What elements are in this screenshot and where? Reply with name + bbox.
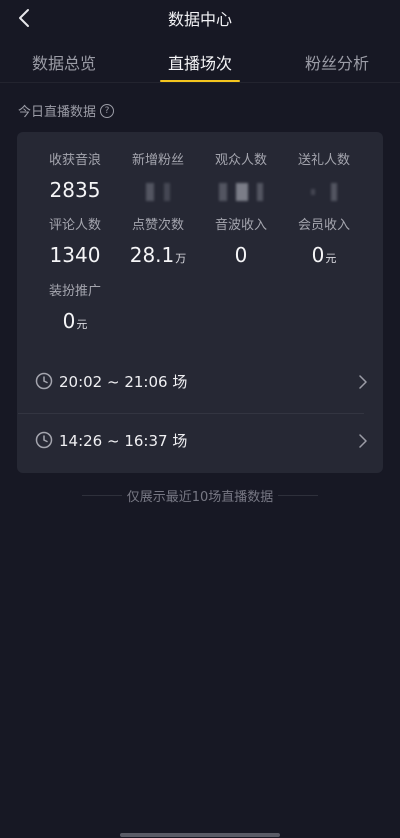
chevron-right-icon xyxy=(359,375,367,389)
metric-income: 收获音浪 2835 xyxy=(34,152,116,203)
metric-value: 2835 xyxy=(49,178,101,202)
metric-label: 观众人数 xyxy=(214,153,267,168)
metric-label: 新增粉丝 xyxy=(131,153,184,168)
metric-label: 收获音浪 xyxy=(48,153,101,168)
metric-likes: 点赞次数 28.1万 xyxy=(117,217,199,272)
question-circle-icon[interactable]: ? xyxy=(100,103,115,118)
tab-live-sessions[interactable]: 直播场次 xyxy=(168,50,232,74)
chevron-right-icon xyxy=(359,434,367,448)
home-indicator xyxy=(120,833,280,837)
clock-icon xyxy=(35,372,53,390)
metric-label: 点赞次数 xyxy=(131,218,184,233)
section-label: 今日直播数据 ? xyxy=(18,101,115,120)
section-title: 今日直播数据 xyxy=(18,105,97,120)
tab-fan-analysis[interactable]: 粉丝分析 xyxy=(305,50,369,74)
metric-label: 送礼人数 xyxy=(297,153,350,168)
top-bar: 数据中心 xyxy=(0,0,400,36)
footnote: 仅展示最近10场直播数据 xyxy=(126,490,274,505)
metric-unit: 元 xyxy=(76,318,88,331)
metric-unit: 万 xyxy=(175,252,187,265)
metric-new-fans: 新增粉丝 xyxy=(117,152,199,203)
metric-number: 28.1 xyxy=(129,243,175,267)
metric-number: 0 xyxy=(62,309,76,333)
metric-member-income: 会员收入 0元 xyxy=(283,217,365,272)
clock-icon xyxy=(35,431,53,449)
metric-value: 28.1万 xyxy=(117,242,199,272)
metric-comments: 评论人数 1340 xyxy=(34,217,116,268)
today-live-data-card: 收获音浪 2835 新增粉丝 观众人数 送礼人数 评论人数 1340 点赞次数 … xyxy=(17,132,383,473)
metric-viewers: 观众人数 xyxy=(200,152,282,203)
metric-decor-promo: 装扮推广 0元 xyxy=(34,283,116,338)
metric-value: 0元 xyxy=(34,308,116,338)
footnote-line-right xyxy=(278,495,318,496)
metric-gifters: 送礼人数 xyxy=(283,152,365,203)
session-time-label: 20:02 ~ 21:06 场 xyxy=(59,373,188,391)
page-title: 数据中心 xyxy=(167,10,232,29)
metric-label: 音波收入 xyxy=(214,218,267,233)
metric-label: 会员收入 xyxy=(297,218,350,233)
session-time-label: 14:26 ~ 16:37 场 xyxy=(59,432,188,450)
metric-number: 0 xyxy=(311,243,325,267)
tab-bar: 数据总览 直播场次 粉丝分析 xyxy=(0,44,400,82)
metric-label: 评论人数 xyxy=(48,218,101,233)
metric-sound-income: 音波收入 0 xyxy=(200,217,282,268)
session-row[interactable]: 14:26 ~ 16:37 场 xyxy=(17,421,383,461)
session-row[interactable]: 20:02 ~ 21:06 场 xyxy=(17,362,383,402)
tab-overview[interactable]: 数据总览 xyxy=(32,50,96,74)
tabs-divider xyxy=(0,82,400,83)
metric-label: 装扮推广 xyxy=(48,284,101,299)
metric-unit: 元 xyxy=(325,252,337,265)
metric-value-redacted xyxy=(200,177,282,203)
metric-value-redacted xyxy=(117,177,199,203)
metric-value: 0元 xyxy=(283,242,365,272)
metric-value-redacted xyxy=(283,177,365,203)
metric-value: 0 xyxy=(234,243,248,267)
session-divider xyxy=(18,413,364,414)
metric-value: 1340 xyxy=(49,243,101,267)
